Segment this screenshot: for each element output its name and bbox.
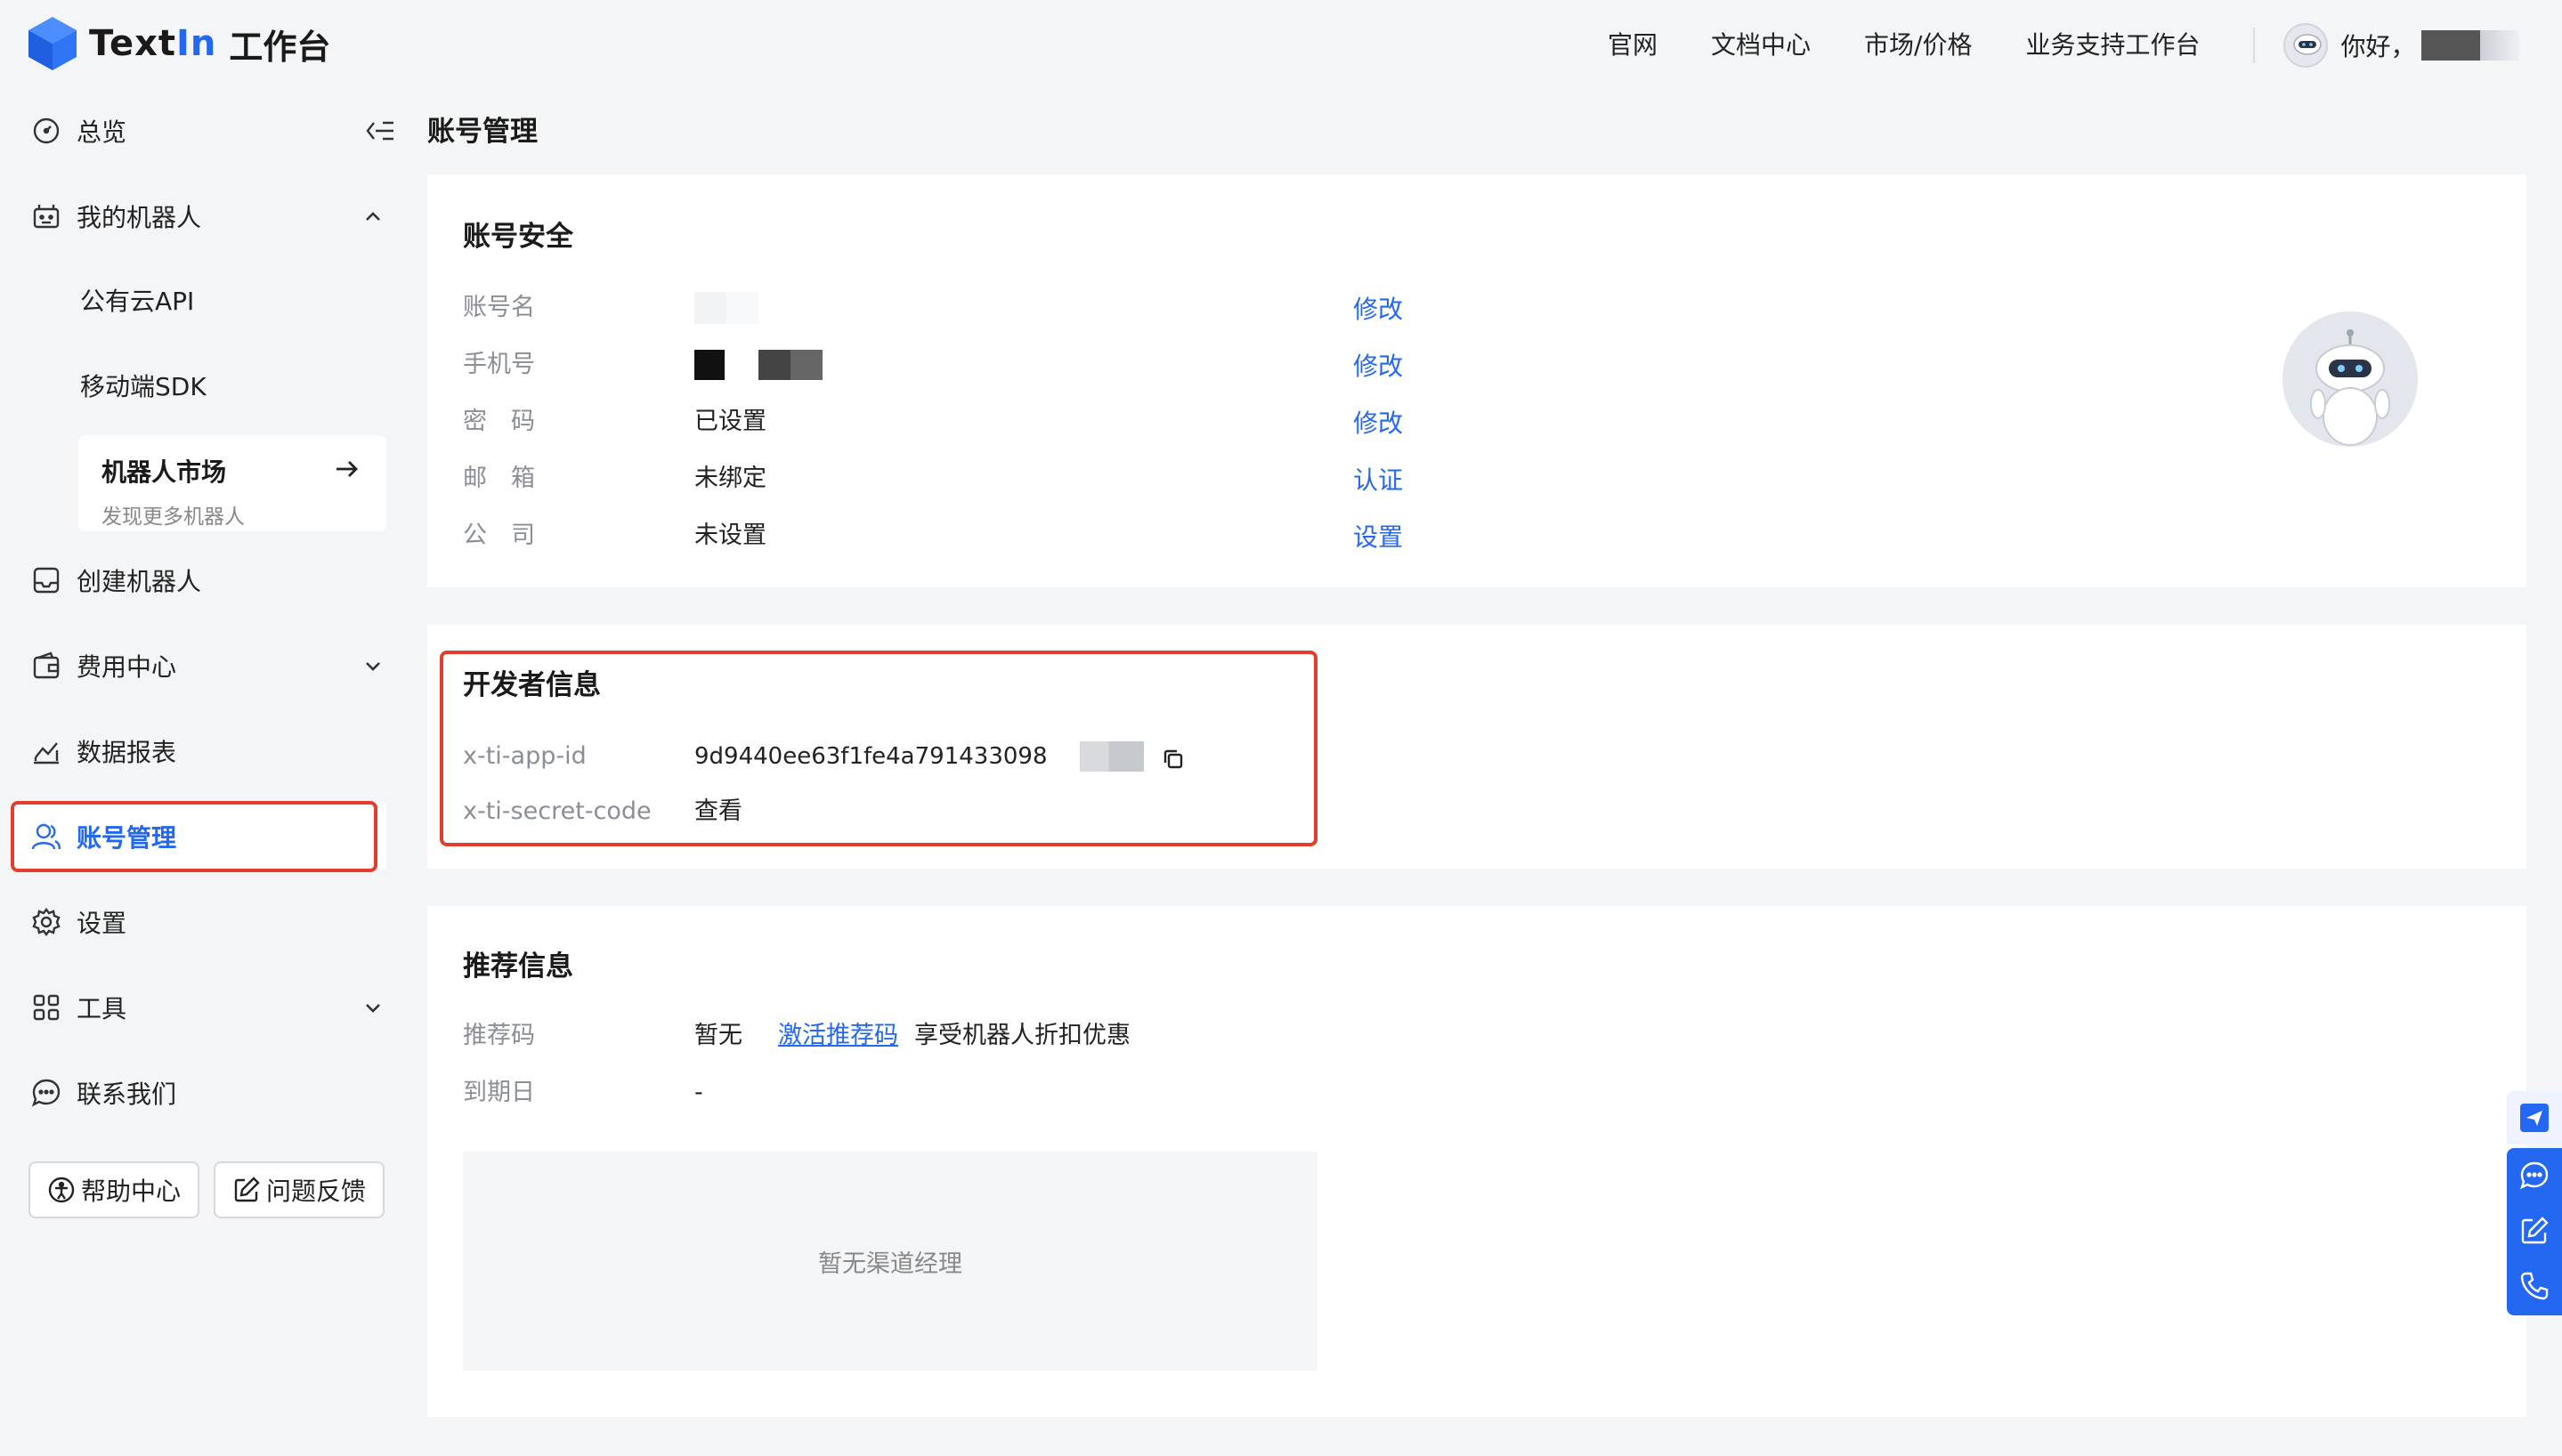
top-bar: TextIn 工作台 官网 文档中心 市场/价格 业务支持工作台 你好， bbox=[0, 0, 2562, 85]
chevron-down-icon bbox=[366, 662, 380, 671]
sidebar-item-create-robot[interactable]: 创建机器人 bbox=[12, 547, 386, 613]
chat-icon bbox=[30, 1077, 62, 1109]
edit-icon bbox=[2521, 1217, 2549, 1244]
card-title: 账号安全 bbox=[463, 221, 573, 253]
chat-icon bbox=[2519, 1161, 2549, 1190]
brand-name: TextIn bbox=[89, 23, 217, 64]
feedback-button[interactable]: 问题反馈 bbox=[214, 1161, 385, 1218]
verify-email-link[interactable]: 认证 bbox=[1353, 461, 1403, 497]
market-desc: 发现更多机器人 bbox=[101, 506, 245, 529]
robot-icon bbox=[30, 200, 62, 232]
user-greeting: 你好， bbox=[2340, 32, 2416, 61]
referral-row-code: 推荐码 暂无 激活推荐码 享受机器人折扣优惠 bbox=[463, 1018, 1131, 1054]
send-icon bbox=[2520, 1104, 2549, 1132]
sidebar: 总览 我的机器人 公有云API 移动端SDK 机器人市场 发现更多机器人 创建机… bbox=[0, 85, 409, 1456]
top-nav: 官网 文档中心 市场/价格 业务支持工作台 你好， bbox=[1608, 23, 2519, 68]
sidebar-item-label: 联系我们 bbox=[77, 1080, 177, 1109]
edit-icon bbox=[234, 1177, 260, 1202]
security-row-email: 邮 箱 未绑定 bbox=[463, 465, 766, 492]
security-row-password: 密 码 已设置 bbox=[463, 408, 766, 435]
sidebar-item-label: 数据报表 bbox=[77, 738, 177, 767]
edit-phone-link[interactable]: 修改 bbox=[1353, 347, 1403, 383]
brand-subtitle: 工作台 bbox=[229, 27, 331, 67]
highlight-box bbox=[440, 651, 1317, 846]
grid-icon bbox=[30, 991, 62, 1023]
avatar bbox=[2283, 23, 2329, 68]
arrow-right-icon bbox=[336, 461, 358, 477]
robot-market-card[interactable]: 机器人市场 发现更多机器人 bbox=[78, 435, 386, 531]
float-chat-button[interactable] bbox=[2507, 1148, 2562, 1203]
page-title: 账号管理 bbox=[427, 116, 538, 148]
robot-mascot-icon bbox=[2282, 311, 2418, 447]
chart-icon bbox=[30, 735, 62, 767]
highlight-box bbox=[11, 801, 377, 872]
help-center-button[interactable]: 帮助中心 bbox=[28, 1161, 199, 1218]
robot-avatar[interactable] bbox=[2282, 311, 2418, 447]
chevron-up-icon bbox=[366, 212, 380, 221]
sidebar-item-label: 总览 bbox=[77, 117, 127, 147]
sidebar-item-label: 设置 bbox=[77, 909, 127, 938]
phone-redacted bbox=[694, 347, 823, 383]
set-company-link[interactable]: 设置 bbox=[1353, 518, 1403, 554]
sidebar-item-contact[interactable]: 联系我们 bbox=[12, 1060, 386, 1126]
sidebar-item-public-api[interactable]: 公有云API bbox=[80, 282, 194, 318]
edit-password-link[interactable]: 修改 bbox=[1353, 404, 1403, 440]
float-phone-button[interactable] bbox=[2507, 1258, 2562, 1314]
sidebar-item-label: 工具 bbox=[77, 994, 127, 1023]
sidebar-item-settings[interactable]: 设置 bbox=[12, 889, 386, 955]
accessibility-icon bbox=[48, 1177, 75, 1203]
gauge-icon bbox=[30, 115, 62, 147]
sidebar-item-billing[interactable]: 费用中心 bbox=[12, 633, 386, 699]
nav-link-docs[interactable]: 文档中心 bbox=[1711, 25, 1811, 66]
page-header: 账号管理 bbox=[402, 109, 538, 149]
security-row-company: 公 司 未设置 bbox=[463, 522, 766, 549]
card-title: 推荐信息 bbox=[463, 950, 573, 983]
nav-link-home[interactable]: 官网 bbox=[1608, 25, 1658, 66]
security-row-account: 账号名 bbox=[463, 290, 758, 326]
account-name-redacted bbox=[694, 292, 758, 324]
sidebar-item-my-robots[interactable]: 我的机器人 bbox=[12, 183, 386, 249]
cube-logo-icon bbox=[28, 17, 77, 70]
sidebar-item-reports[interactable]: 数据报表 bbox=[12, 718, 386, 784]
security-row-phone: 手机号 bbox=[463, 347, 823, 383]
float-send-button[interactable] bbox=[2507, 1091, 2562, 1145]
sidebar-item-label: 我的机器人 bbox=[77, 203, 202, 232]
gear-icon bbox=[30, 906, 62, 938]
username-redacted bbox=[2420, 30, 2519, 61]
user-menu[interactable]: 你好， bbox=[2283, 23, 2519, 68]
edit-account-link[interactable]: 修改 bbox=[1353, 290, 1403, 326]
activate-referral-link[interactable]: 激活推荐码 bbox=[778, 1018, 898, 1054]
sidebar-item-overview[interactable]: 总览 bbox=[12, 98, 386, 164]
inbox-icon bbox=[30, 564, 62, 596]
float-toolbar bbox=[2507, 1148, 2562, 1315]
wallet-icon bbox=[30, 650, 62, 682]
collapse-sidebar-icon[interactable] bbox=[365, 116, 397, 146]
referral-info-card: 推荐信息 推荐码 暂无 激活推荐码 享受机器人折扣优惠 到期日 - 暂无渠道经理 bbox=[427, 906, 2526, 1417]
sidebar-item-tools[interactable]: 工具 bbox=[12, 975, 386, 1040]
float-edit-button[interactable] bbox=[2507, 1203, 2562, 1258]
sidebar-item-mobile-sdk[interactable]: 移动端SDK bbox=[80, 368, 207, 403]
sidebar-item-label: 创建机器人 bbox=[77, 567, 202, 596]
sidebar-item-label: 费用中心 bbox=[77, 652, 177, 682]
brand-logo[interactable]: TextIn 工作台 bbox=[27, 12, 330, 75]
nav-divider bbox=[2253, 28, 2256, 63]
referral-row-expiry: 到期日 - bbox=[463, 1079, 703, 1106]
channel-manager-empty: 暂无渠道经理 bbox=[463, 1152, 1317, 1371]
nav-link-support[interactable]: 业务支持工作台 bbox=[2025, 25, 2200, 66]
account-security-card: 账号安全 账号名 手机号 密 码 已设置 邮 箱 未绑定 公 司 未设置 修改 … bbox=[427, 174, 2526, 587]
nav-link-pricing[interactable]: 市场/价格 bbox=[1864, 25, 1972, 66]
phone-icon bbox=[2520, 1272, 2549, 1300]
chevron-down-icon bbox=[366, 1004, 380, 1013]
